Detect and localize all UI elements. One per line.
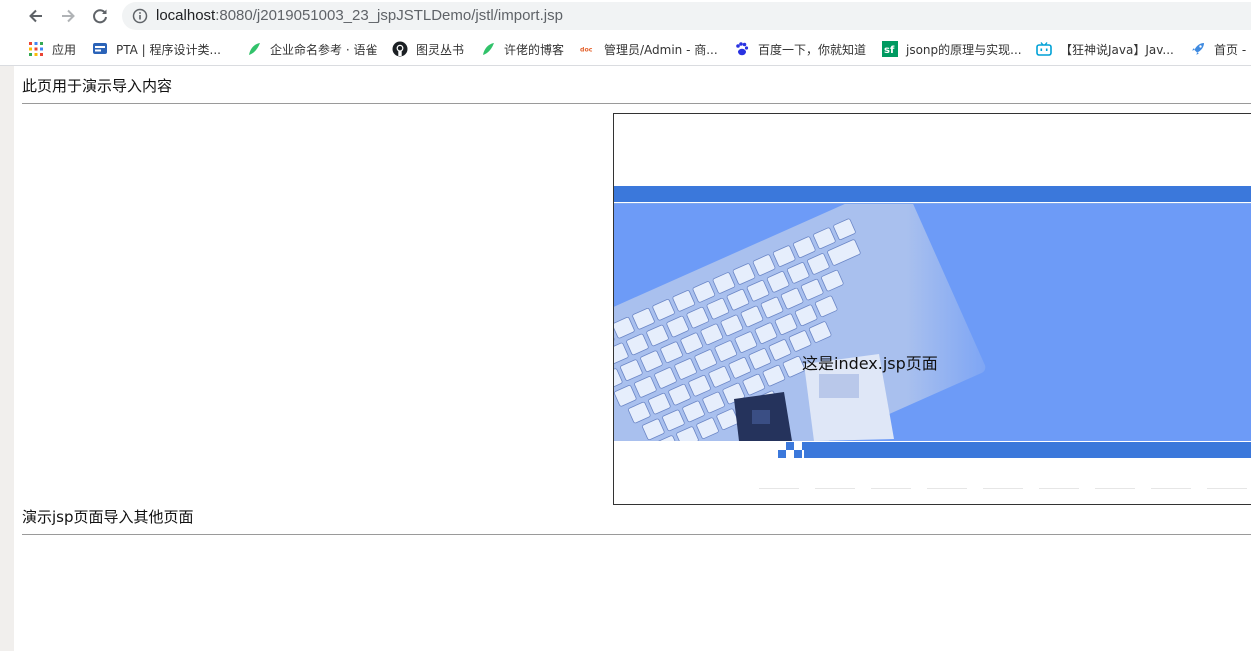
bookmark-pta[interactable]: PTA | 程序设计类... [92, 39, 221, 59]
bookmark-label: 许佬的博客 [504, 42, 565, 57]
forward-button[interactable] [56, 4, 80, 28]
banner-top-bar [614, 186, 1251, 202]
keyboard-illustration [614, 204, 1251, 441]
bookmark-kuangshen[interactable]: 【狂神说Java】Jav... [1036, 39, 1174, 59]
bookmark-turing[interactable]: 图灵丛书 [392, 39, 464, 59]
bookmark-label: 首页 - ... [1214, 42, 1251, 57]
bookmark-label: 应用 [52, 42, 77, 57]
bookmark-label: 【狂神说Java】Jav... [1060, 42, 1174, 57]
bookmark-admin[interactable]: doc 管理员/Admin - 商... [580, 39, 718, 59]
back-arrow-icon [29, 9, 42, 23]
browser-toolbar: localhost:8080/j2019051003_23_jspJSTLDem… [0, 0, 1251, 32]
bookmark-home[interactable]: 首页 - ... [1190, 39, 1251, 59]
bookmark-label: 百度一下，你就知道 [758, 42, 867, 57]
page-heading: 此页用于演示导入内容 [22, 77, 173, 95]
reload-icon [93, 9, 107, 24]
bookmark-apps[interactable]: 应用 [28, 39, 76, 59]
yuque-icon [480, 41, 496, 57]
page-left-edge [0, 66, 14, 651]
github-icon [392, 41, 408, 57]
baidu-paw-icon [734, 41, 750, 57]
banner-bottom-bar [804, 442, 1251, 458]
section-heading: 演示jsp页面导入其他页面 [22, 508, 194, 526]
reload-button[interactable] [88, 4, 112, 28]
keyboard-banner-image: 这是index.jsp页面 [614, 204, 1251, 441]
apps-grid-icon [28, 41, 44, 57]
rocket-icon [1190, 41, 1206, 57]
bookmark-label: PTA | 程序设计类... [116, 42, 221, 57]
bookmark-yuque-naming[interactable]: 企业命名参考 · 语雀 [246, 39, 377, 59]
bookmark-jsonp[interactable]: sf jsonp的原理与实现... [882, 39, 1022, 59]
horizontal-rule [22, 534, 1251, 535]
bookmark-xu-blog[interactable]: 许佬的博客 [480, 39, 564, 59]
bookmark-label: 管理员/Admin - 商... [604, 42, 718, 57]
bookmark-label: 图灵丛书 [416, 42, 465, 57]
pta-icon [92, 41, 108, 57]
imported-page-frame: 这是index.jsp页面 [613, 113, 1251, 505]
address-bar[interactable]: localhost:8080/j2019051003_23_jspJSTLDem… [122, 2, 1251, 30]
bookmark-label: 企业命名参考 · 语雀 [270, 42, 378, 57]
forward-arrow-icon [62, 9, 75, 23]
yuque-icon [246, 41, 262, 57]
url-host: localhost [156, 7, 216, 24]
back-button[interactable] [24, 4, 48, 28]
bilibili-icon [1036, 41, 1052, 57]
svg-text:doc: doc [580, 47, 593, 54]
svg-text:sf: sf [884, 45, 895, 56]
segmentfault-icon: sf [882, 41, 898, 57]
doc-icon: doc [580, 41, 596, 57]
bookmark-label: jsonp的原理与实现... [906, 42, 1022, 57]
bookmarks-bar: 应用 PTA | 程序设计类... 企业命名参考 · 语雀 图灵丛书 许佬的博客… [0, 32, 1251, 66]
horizontal-rule [22, 103, 1251, 104]
banner-footer-line [759, 488, 1251, 489]
bookmark-baidu[interactable]: 百度一下，你就知道 [734, 39, 866, 59]
url-path: :8080/j2019051003_23_jspJSTLDemo/jstl/im… [215, 7, 563, 24]
url-text[interactable]: localhost:8080/j2019051003_23_jspJSTLDem… [156, 6, 563, 26]
imported-page-text: 这是index.jsp页面 [802, 354, 938, 373]
info-icon[interactable] [132, 8, 148, 24]
